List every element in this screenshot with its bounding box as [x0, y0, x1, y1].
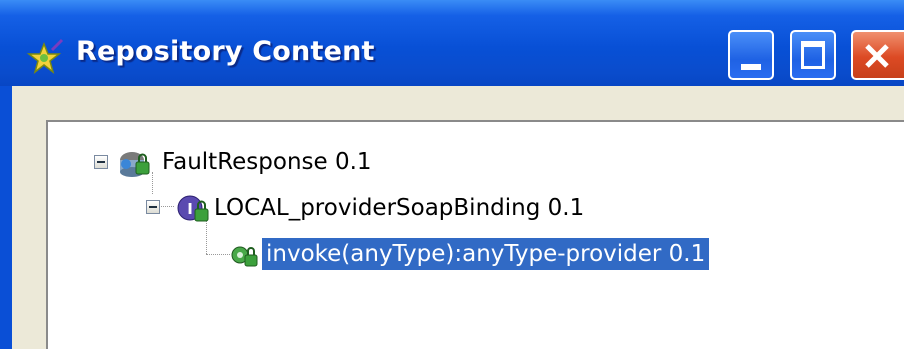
maximize-button[interactable] [790, 30, 836, 80]
tree-item-operation[interactable]: invoke(anyType):anyType-provider 0.1 [48, 238, 808, 270]
close-button[interactable] [851, 30, 904, 80]
binding-icon: I [177, 195, 209, 222]
service-icon [120, 152, 150, 177]
tree-item-faultresponse[interactable]: FaultResponse 0.1 [48, 146, 648, 178]
collapse-toggle[interactable] [146, 200, 160, 214]
tree-item-binding[interactable]: I LOCAL_providerSoapBinding 0.1 [48, 192, 748, 224]
maximize-icon [801, 41, 825, 69]
tree-item-label: LOCAL_providerSoapBinding 0.1 [214, 195, 585, 221]
app-star-icon [26, 38, 64, 74]
window-title: Repository Content [76, 36, 375, 67]
operation-icon [231, 246, 258, 267]
close-icon [865, 44, 889, 68]
collapse-toggle[interactable] [94, 155, 108, 169]
minimize-button[interactable] [728, 30, 774, 80]
title-bar[interactable]: Repository Content [0, 0, 904, 86]
repository-content-window: Repository Content FaultResponse 0.1 I L… [0, 0, 904, 349]
window-client-area: FaultResponse 0.1 I LOCAL_providerSoapBi… [12, 86, 904, 349]
tree-item-label: invoke(anyType):anyType-provider 0.1 [262, 238, 710, 270]
tree-item-label: FaultResponse 0.1 [162, 149, 372, 175]
repository-tree[interactable]: FaultResponse 0.1 I LOCAL_providerSoapBi… [46, 120, 904, 349]
svg-text:I: I [187, 200, 193, 218]
minimize-icon [741, 64, 761, 70]
